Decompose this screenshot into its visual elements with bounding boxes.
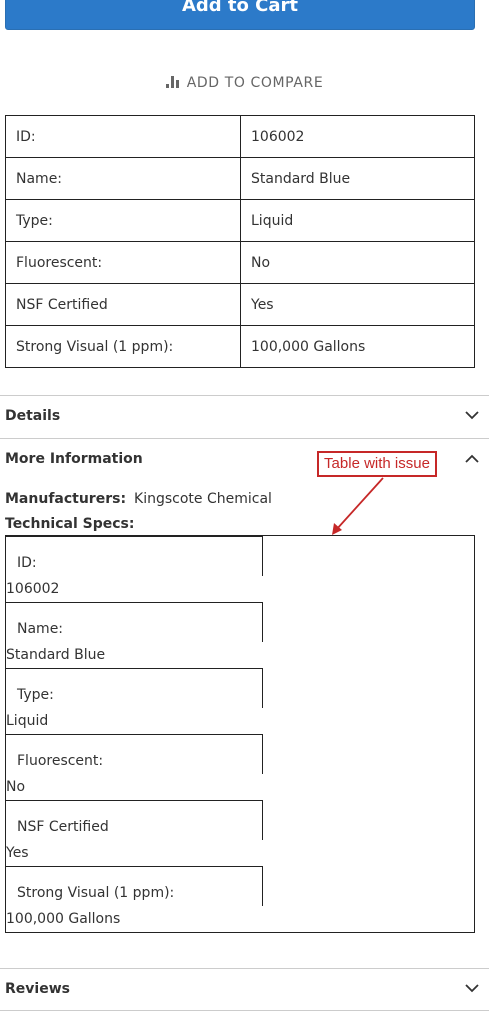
tech-key-cell: NSF Certified	[6, 800, 263, 840]
tech-key: Fluorescent:	[17, 753, 104, 769]
chevron-up-icon	[465, 454, 479, 463]
table-row: Fluorescent: No	[6, 734, 476, 800]
tech-value: Standard Blue	[6, 647, 106, 663]
spec-key: Name:	[5, 157, 241, 200]
bar-chart-icon	[165, 76, 183, 92]
tech-key-cell: Name:	[6, 602, 263, 642]
spec-value: 100,000 Gallons	[240, 325, 475, 368]
table-row: Strong Visual (1 ppm): 100,000 Gallons	[5, 325, 475, 368]
table-row: Type: Liquid	[5, 199, 475, 242]
technical-specs-table: ID: 106002 Name: Standard Blue Type: Liq…	[5, 535, 475, 933]
add-to-compare-label: ADD TO COMPARE	[186, 75, 324, 91]
more-information-label: More Information	[5, 451, 143, 467]
tech-key: ID:	[17, 555, 37, 571]
manufacturers-row: Manufacturers: Kingscote Chemical	[5, 491, 272, 507]
tech-value: 106002	[6, 581, 60, 597]
table-row: Type: Liquid	[6, 668, 476, 734]
tech-value: No	[6, 779, 26, 795]
manufacturers-value: Kingscote Chemical	[134, 491, 272, 507]
tech-key: NSF Certified	[17, 819, 109, 835]
add-to-cart-label: Add to Cart	[181, 0, 299, 16]
tech-key-cell: ID:	[6, 536, 263, 576]
tech-key: Type:	[17, 687, 54, 703]
table-row: ID: 106002	[5, 115, 475, 158]
annotation-label: Table with issue	[317, 451, 437, 477]
spec-key: ID:	[5, 115, 241, 158]
tech-key-cell: Fluorescent:	[6, 734, 263, 774]
tech-value: 100,000 Gallons	[6, 911, 121, 927]
spec-value: 106002	[240, 115, 475, 158]
details-tab[interactable]: Details	[0, 395, 489, 437]
annotation-arrow-icon	[332, 477, 384, 535]
reviews-label: Reviews	[5, 981, 70, 997]
tech-value: Yes	[6, 845, 29, 861]
spec-value: Yes	[240, 283, 475, 326]
spec-value: Standard Blue	[240, 157, 475, 200]
chevron-down-icon	[465, 984, 479, 993]
tech-key-cell: Strong Visual (1 ppm):	[6, 866, 263, 906]
table-row: Name: Standard Blue	[6, 602, 476, 668]
table-row: Name: Standard Blue	[5, 157, 475, 200]
add-to-compare-link[interactable]: ADD TO COMPARE	[0, 75, 489, 92]
table-row: ID: 106002	[6, 536, 476, 602]
chevron-down-icon	[465, 411, 479, 420]
spec-table: ID: 106002 Name: Standard Blue Type: Liq…	[5, 115, 475, 368]
tech-value: Liquid	[6, 713, 49, 729]
table-row: NSF Certified Yes	[5, 283, 475, 326]
spec-key: Strong Visual (1 ppm):	[5, 325, 241, 368]
details-label: Details	[5, 408, 61, 424]
table-row: Strong Visual (1 ppm): 100,000 Gallons	[6, 866, 476, 932]
spec-value: No	[240, 241, 475, 284]
add-to-cart-button[interactable]: Add to Cart	[5, 0, 475, 30]
tech-key-cell: Type:	[6, 668, 263, 708]
technical-specs-label: Technical Specs:	[5, 516, 135, 532]
manufacturers-label: Manufacturers:	[5, 491, 127, 507]
tech-key: Strong Visual (1 ppm):	[17, 885, 175, 901]
table-row: Fluorescent: No	[5, 241, 475, 284]
spec-key: NSF Certified	[5, 283, 241, 326]
spec-value: Liquid	[240, 199, 475, 242]
reviews-tab[interactable]: Reviews	[0, 968, 489, 1011]
table-row: NSF Certified Yes	[6, 800, 476, 866]
spec-key: Fluorescent:	[5, 241, 241, 284]
spec-key: Type:	[5, 199, 241, 242]
tech-key: Name:	[17, 621, 64, 637]
